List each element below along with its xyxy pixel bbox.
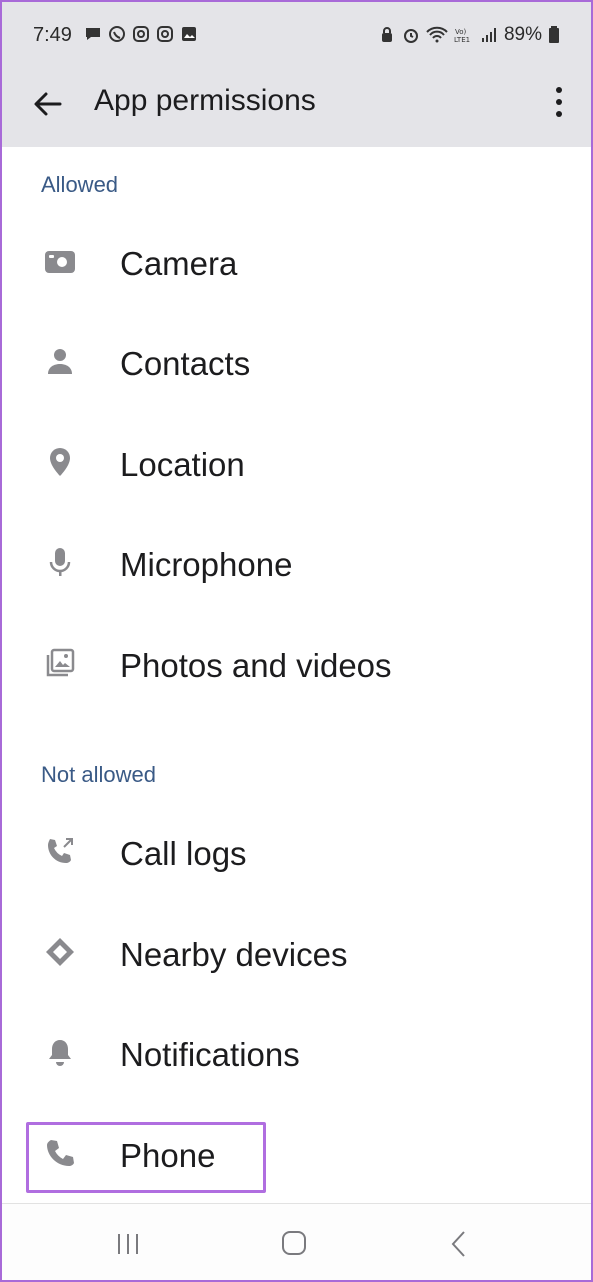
permission-item-notifications[interactable]: Notifications <box>0 1012 593 1102</box>
home-icon[interactable] <box>274 1228 314 1260</box>
permission-item-contacts[interactable]: Contacts <box>0 321 593 411</box>
instagram-icon <box>157 26 173 42</box>
permission-label: Notifications <box>120 1036 300 1073</box>
svg-text:Vo): Vo) <box>455 28 467 36</box>
battery-percent: 89% <box>503 24 542 45</box>
system-nav-bar <box>0 1203 593 1282</box>
chat-icon <box>86 28 100 40</box>
status-bar: 7:49 Vo) LTE1 89% <box>0 0 593 72</box>
nearby-devices-icon <box>46 938 74 966</box>
vpn-lock-icon <box>381 27 392 42</box>
permission-label: Call logs <box>120 835 247 872</box>
permission-label: Nearby devices <box>120 936 348 973</box>
volte-icon: Vo)LTE1 <box>454 28 470 44</box>
permission-label: Phone <box>120 1137 216 1174</box>
permission-item-nearby-devices[interactable]: Nearby devices <box>0 912 593 1002</box>
permission-item-photos-and-videos[interactable]: Photos and videos <box>0 623 593 713</box>
wifi-icon <box>426 26 448 43</box>
permission-item-camera[interactable]: Camera <box>0 221 593 311</box>
svg-text:LTE1: LTE1 <box>454 36 470 44</box>
permission-label: Camera <box>120 245 238 282</box>
phone-icon <box>47 1140 74 1166</box>
alarm-icon <box>403 29 418 43</box>
notification-icons <box>84 25 198 43</box>
whatsapp-icon <box>109 26 125 42</box>
battery-icon <box>549 26 559 43</box>
permission-label: Photos and videos <box>120 647 392 684</box>
app-bar: App permissions <box>0 72 593 147</box>
permission-label: Contacts <box>120 345 251 382</box>
location-pin-icon <box>50 448 70 476</box>
permission-label: Microphone <box>120 546 293 583</box>
camera-icon <box>45 251 75 273</box>
permission-item-phone[interactable]: Phone <box>0 1113 593 1203</box>
permission-label: Location <box>120 446 245 483</box>
back-chevron-icon[interactable] <box>440 1228 480 1260</box>
call-log-icon <box>48 838 73 863</box>
gallery-icon <box>182 27 196 41</box>
section-header-allowed: Allowed <box>41 172 119 197</box>
instagram-icon <box>133 26 149 42</box>
permission-item-microphone[interactable]: Microphone <box>0 522 593 612</box>
signal-icon <box>481 28 496 42</box>
arrow-left-icon[interactable] <box>30 86 66 122</box>
recents-icon[interactable] <box>108 1228 148 1260</box>
person-icon <box>48 349 72 374</box>
section-header-not-allowed: Not allowed <box>41 762 156 787</box>
permission-item-location[interactable]: Location <box>0 422 593 512</box>
microphone-icon <box>49 548 71 576</box>
permission-item-call-logs[interactable]: Call logs <box>0 811 593 901</box>
more-vert-icon[interactable] <box>549 84 569 120</box>
status-time: 7:49 <box>33 24 72 46</box>
page-title: App permissions <box>94 84 316 117</box>
bell-icon <box>49 1040 71 1066</box>
system-icons: Vo) LTE1 89% <box>378 24 560 46</box>
photos-icon <box>46 648 75 677</box>
